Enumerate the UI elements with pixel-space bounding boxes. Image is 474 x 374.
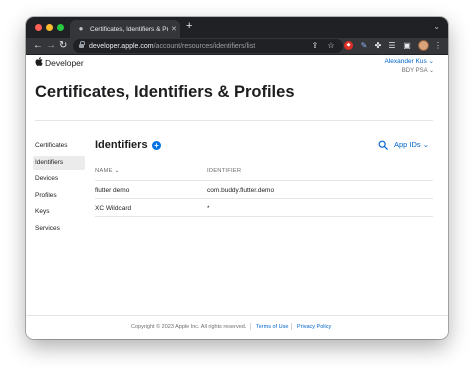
- table-header: NAME ⌄ IDENTIFIER: [95, 164, 433, 181]
- forward-arrow-icon[interactable]: →: [46, 39, 56, 53]
- maximize-window-button[interactable]: [57, 24, 64, 31]
- reload-icon[interactable]: ↻: [59, 39, 67, 53]
- back-arrow-icon[interactable]: ←: [33, 39, 43, 53]
- column-header-identifier[interactable]: IDENTIFIER: [207, 168, 241, 174]
- sidebar-item-certificates[interactable]: Certificates: [33, 139, 85, 153]
- minimize-window-button[interactable]: [46, 24, 53, 31]
- sidebar-item-services[interactable]: Services: [33, 222, 85, 236]
- browser-toolbar: ← → ↻ developer.apple.com/account/resour…: [26, 38, 448, 55]
- copyright-text: Copyright © 2023 Apple Inc. All rights r…: [131, 324, 247, 330]
- cell-identifier: com.buddy.flutter.demo: [207, 187, 275, 194]
- account-menu[interactable]: Alexander Kus ⌄: [384, 57, 434, 65]
- close-window-button[interactable]: [35, 24, 42, 31]
- new-tab-button[interactable]: +: [186, 20, 192, 32]
- privacy-policy-link[interactable]: Privacy Policy: [297, 324, 331, 330]
- cell-name: XC Wildcard: [95, 205, 132, 212]
- footer-separator: [291, 323, 292, 330]
- tab-title: Certificates, Identifiers & Profiles: [90, 25, 168, 33]
- profile-avatar[interactable]: [418, 40, 429, 51]
- table-row[interactable]: flutter demo com.buddy.flutter.demo: [95, 181, 433, 199]
- browser-window: ● Certificates, Identifiers & Profiles ✕…: [26, 17, 448, 339]
- footer-separator: [250, 323, 251, 330]
- share-icon[interactable]: ⇪: [310, 40, 320, 52]
- sidebar-item-profiles[interactable]: Profiles: [33, 189, 85, 203]
- page-footer: Copyright © 2023 Apple Inc. All rights r…: [26, 321, 448, 339]
- extension-red-icon[interactable]: ◆: [344, 41, 353, 50]
- extension-pen-icon[interactable]: ✎: [359, 40, 369, 52]
- sidebar-item-identifiers[interactable]: Identifiers: [33, 155, 85, 170]
- developer-brand[interactable]: Developer: [45, 58, 84, 68]
- side-panel-icon[interactable]: ▣: [402, 40, 412, 52]
- sidebar-item-devices[interactable]: Devices: [33, 172, 85, 186]
- browser-menu-icon[interactable]: ⋮: [433, 40, 443, 52]
- page-title: Certificates, Identifiers & Profiles: [35, 83, 295, 101]
- divider: [35, 120, 433, 121]
- sidebar-nav: Certificates Identifiers Devices Profile…: [33, 139, 85, 239]
- tab-close-icon[interactable]: ✕: [171, 25, 177, 33]
- apple-logo-icon[interactable]: [35, 57, 43, 66]
- identifier-type-filter[interactable]: App IDs ⌄: [394, 140, 429, 149]
- tab-search-icon[interactable]: ⌄: [433, 22, 440, 31]
- terms-of-use-link[interactable]: Terms of Use: [256, 324, 288, 330]
- cell-name: flutter demo: [95, 187, 130, 194]
- sidebar-item-keys[interactable]: Keys: [33, 205, 85, 219]
- bookmark-star-icon[interactable]: ☆: [326, 40, 336, 52]
- reading-list-icon[interactable]: ☰: [387, 40, 397, 52]
- add-identifier-button[interactable]: +: [152, 141, 161, 150]
- browser-tab[interactable]: ● Certificates, Identifiers & Profiles ✕: [70, 20, 180, 38]
- web-page: Developer Alexander Kus ⌄ BDY PSA ⌄ Cert…: [26, 55, 448, 339]
- column-header-name[interactable]: NAME ⌄: [95, 168, 119, 174]
- url-text: developer.apple.com/account/resources/id…: [89, 42, 256, 50]
- table-row[interactable]: XC Wildcard *: [95, 199, 433, 217]
- search-icon[interactable]: [378, 140, 388, 150]
- footer-divider: [26, 315, 448, 316]
- lock-icon: [79, 41, 85, 48]
- section-title: Identifiers: [95, 139, 148, 151]
- address-bar[interactable]: developer.apple.com/account/resources/id…: [73, 39, 343, 53]
- cell-identifier: *: [207, 205, 210, 212]
- extensions-puzzle-icon[interactable]: ✤: [373, 40, 383, 52]
- identifiers-table: NAME ⌄ IDENTIFIER flutter demo com.buddy…: [95, 164, 433, 217]
- apple-favicon-icon: ●: [78, 24, 84, 33]
- team-selector[interactable]: BDY PSA ⌄: [402, 67, 434, 74]
- tab-strip: ● Certificates, Identifiers & Profiles ✕…: [26, 17, 448, 38]
